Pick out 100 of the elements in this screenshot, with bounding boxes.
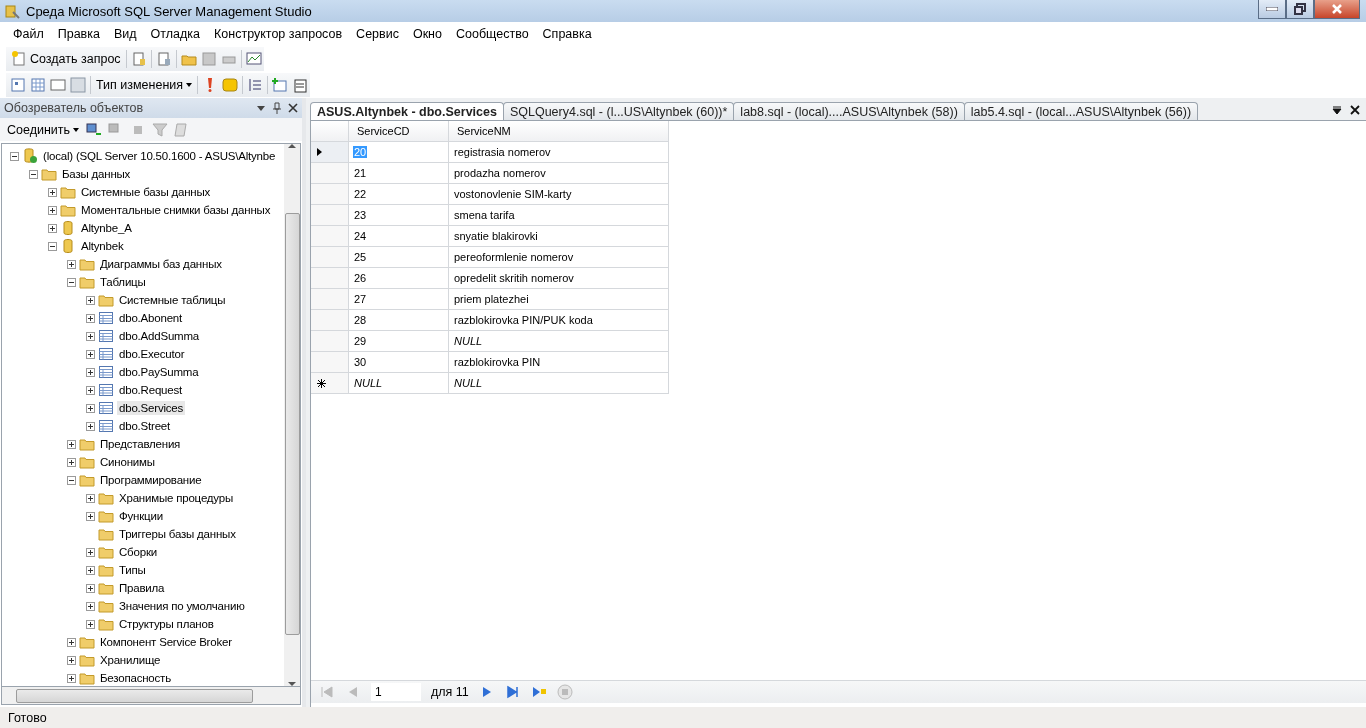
collapse-icon[interactable]	[48, 241, 57, 251]
tree-item[interactable]: Диаграммы баз данных	[98, 257, 224, 271]
expand-icon[interactable]	[86, 295, 95, 305]
tree-item[interactable]: dbo.Executor	[117, 347, 187, 361]
expand-icon[interactable]	[86, 349, 95, 359]
chart-icon[interactable]	[245, 51, 262, 67]
last-record-icon[interactable]	[504, 684, 521, 700]
verify-sql-icon[interactable]	[222, 77, 239, 93]
tree-item[interactable]: Системные таблицы	[117, 293, 228, 307]
pin-icon[interactable]	[272, 102, 282, 114]
expand-icon[interactable]	[48, 187, 57, 197]
expand-icon[interactable]	[86, 547, 95, 557]
menu-item[interactable]: Файл	[6, 27, 51, 41]
collapse-icon[interactable]	[67, 277, 76, 287]
tree-item[interactable]: Компонент Service Broker	[98, 635, 234, 649]
tree-item[interactable]: Правила	[117, 581, 167, 595]
close-button[interactable]	[1314, 0, 1360, 19]
document-tab[interactable]: lab8.sql - (local)....ASUS\Altynbek (58))	[733, 102, 965, 120]
tree-item[interactable]: Хранилище	[98, 653, 163, 667]
expand-icon[interactable]	[67, 655, 76, 665]
expand-icon[interactable]	[86, 331, 95, 341]
menu-item[interactable]: Вид	[106, 27, 144, 41]
expand-icon[interactable]	[86, 313, 95, 323]
expand-icon[interactable]	[86, 511, 95, 521]
document-tab[interactable]: lab5.4.sql - (local...ASUS\Altynbek (56))	[963, 102, 1199, 120]
expand-icon[interactable]	[67, 439, 76, 449]
menu-item[interactable]: Правка	[50, 27, 107, 41]
vertical-scrollbar[interactable]	[284, 144, 300, 686]
record-number-field[interactable]: 1	[371, 683, 421, 701]
row-header[interactable]	[311, 142, 349, 163]
tree-item[interactable]: Значения по умолчанию	[117, 599, 247, 613]
change-type-dropdown[interactable]: Тип изменения	[95, 74, 194, 96]
expand-icon[interactable]	[67, 673, 76, 683]
scroll-up-icon[interactable]	[288, 144, 296, 148]
horizontal-scrollbar[interactable]	[1, 687, 301, 705]
column-header[interactable]: ServiceNM	[449, 121, 669, 142]
new-document-icon[interactable]	[292, 77, 309, 93]
collapse-icon[interactable]	[10, 151, 19, 161]
restore-button[interactable]	[1286, 0, 1314, 19]
tree-item[interactable]: Моментальные снимки базы данных	[79, 203, 273, 217]
document-tab[interactable]: ASUS.Altynbek - dbo.Services	[310, 102, 504, 120]
tree-item[interactable]: Хранимые процедуры	[117, 491, 235, 505]
expand-icon[interactable]	[86, 385, 95, 395]
close-icon[interactable]	[1350, 104, 1360, 116]
tree-item[interactable]: Altynbek	[79, 239, 126, 253]
menu-item[interactable]: Сообщество	[448, 27, 536, 41]
tree-item[interactable]: Программирование	[98, 473, 204, 487]
tree-item[interactable]: dbo.Abonent	[117, 311, 185, 325]
tree-item[interactable]: Altynbe_A	[79, 221, 134, 235]
expand-icon[interactable]	[67, 259, 76, 269]
new-record-icon[interactable]	[530, 684, 547, 700]
minimize-button[interactable]	[1258, 0, 1286, 19]
add-table-icon[interactable]	[272, 77, 289, 93]
expand-icon[interactable]	[86, 619, 95, 629]
tree-item[interactable]: dbo.Services	[117, 401, 186, 415]
diagram-icon[interactable]	[10, 77, 26, 93]
close-icon[interactable]	[288, 102, 298, 114]
tree-item[interactable]: Триггеры базы данных	[117, 527, 238, 541]
document-tab[interactable]: SQLQuery4.sql - (l...US\Altynbek (60))*	[502, 102, 735, 120]
collapse-icon[interactable]	[29, 169, 38, 179]
expand-icon[interactable]	[67, 637, 76, 647]
tree-item[interactable]: Функции	[117, 509, 165, 523]
expand-icon[interactable]	[86, 583, 95, 593]
table-cell: 29	[353, 335, 368, 347]
expand-icon[interactable]	[86, 367, 95, 377]
tree-item[interactable]: Представления	[98, 437, 183, 451]
collapse-icon[interactable]	[67, 475, 76, 485]
menu-item[interactable]: Справка	[535, 27, 599, 41]
list-icon[interactable]	[247, 77, 264, 93]
tree-item[interactable]: Безопасность	[98, 671, 173, 685]
tree-item[interactable]: Типы	[117, 563, 148, 577]
tree-item[interactable]: Сборки	[117, 545, 159, 559]
column-header[interactable]: ServiceCD	[349, 121, 449, 142]
expand-icon[interactable]	[86, 493, 95, 503]
menu-item[interactable]: Сервис	[349, 27, 406, 41]
row-header[interactable]	[311, 373, 349, 394]
expand-icon[interactable]	[48, 223, 57, 233]
connect-icon[interactable]	[86, 121, 103, 138]
tree-item[interactable]: Структуры планов	[117, 617, 216, 631]
expand-icon[interactable]	[86, 601, 95, 611]
tree-item[interactable]: Системные базы данных	[79, 185, 213, 199]
tree-item[interactable]: dbo.Street	[117, 419, 173, 433]
menu-item[interactable]: Окно	[405, 27, 449, 41]
scroll-down-icon[interactable]	[288, 682, 296, 686]
expand-icon[interactable]	[86, 421, 95, 431]
expand-icon[interactable]	[48, 205, 57, 215]
tree-item[interactable]: Базы данных	[60, 167, 133, 181]
tree-item[interactable]: dbo.Request	[117, 383, 184, 397]
tree-item[interactable]: Таблицы	[98, 275, 148, 289]
tree-item[interactable]: Синонимы	[98, 455, 157, 469]
new-query-button[interactable]: Создать запрос	[10, 48, 122, 70]
menu-item[interactable]: Отладка	[143, 27, 207, 41]
expand-icon[interactable]	[86, 403, 95, 413]
expand-icon[interactable]	[86, 565, 95, 575]
menu-item[interactable]: Конструктор запросов	[207, 27, 350, 41]
tree-item[interactable]: dbo.PaySumma	[117, 365, 201, 379]
tree-item[interactable]: dbo.AddSumma	[117, 329, 202, 343]
expand-icon[interactable]	[67, 457, 76, 467]
dropdown-icon[interactable]	[1332, 104, 1342, 116]
tree-item[interactable]: (local) (SQL Server 10.50.1600 - ASUS\Altynbe	[41, 149, 278, 163]
